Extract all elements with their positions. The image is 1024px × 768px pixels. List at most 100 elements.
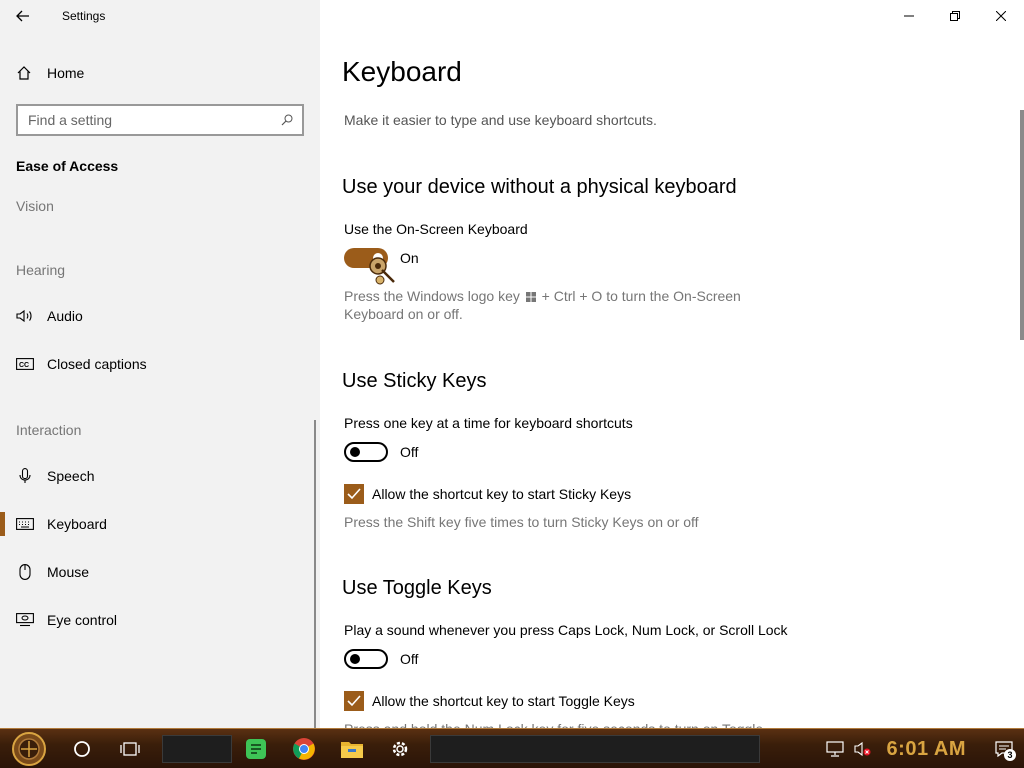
onscreen-desc-part1: Press the Windows logo key <box>344 288 520 304</box>
keyboard-icon <box>16 518 34 530</box>
onscreen-desc-line2: Keyboard on or off. <box>344 306 463 322</box>
network-icon <box>825 741 844 757</box>
sticky-keys-shortcut-label: Allow the shortcut key to start Sticky K… <box>372 486 632 502</box>
minimize-icon <box>904 15 914 17</box>
sidebar-item-mouse[interactable]: Mouse <box>0 552 318 592</box>
sidebar-item-label: Mouse <box>47 564 90 580</box>
app-title: Settings <box>62 9 106 23</box>
toggle-keys-description: Press and hold the Num Lock key for five… <box>344 720 763 728</box>
clock[interactable]: 6:01 AM <box>887 738 966 761</box>
system-tray: 6:01 AM 3 <box>821 729 1024 768</box>
sticky-keys-state: Off <box>400 444 419 460</box>
sidebar-item-speech[interactable]: Speech <box>0 456 318 496</box>
sticky-keys-shortcut-row[interactable]: Allow the shortcut key to start Sticky K… <box>344 484 631 504</box>
sidebar-item-keyboard[interactable]: Keyboard <box>0 504 318 544</box>
toggle-keys-label: Play a sound whenever you press Caps Loc… <box>344 622 788 638</box>
sticky-keys-toggle-row: Off <box>344 442 418 462</box>
onscreen-keyboard-state: On <box>400 250 419 266</box>
start-button[interactable] <box>0 729 58 768</box>
sidebar-item-label: Closed captions <box>47 356 147 372</box>
restore-icon <box>950 11 960 21</box>
action-center-button[interactable]: 3 <box>984 729 1024 768</box>
page-description: Make it easier to type and use keyboard … <box>344 112 657 128</box>
titlebar: Settings <box>0 0 320 32</box>
checkmark-icon <box>347 695 361 707</box>
mouse-cursor-icon <box>369 257 395 285</box>
toggle-keys-shortcut-label: Allow the shortcut key to start Toggle K… <box>372 693 635 709</box>
speaker-icon <box>16 309 34 323</box>
volume-muted-icon <box>853 741 871 757</box>
settings-app-button[interactable] <box>376 729 424 768</box>
notes-app-icon <box>246 738 266 759</box>
sticky-keys-label: Press one key at a time for keyboard sho… <box>344 415 633 431</box>
file-explorer-icon <box>341 741 363 758</box>
windows-logo-icon <box>525 292 536 302</box>
sidebar-item-label: Keyboard <box>47 516 107 532</box>
sidebar-item-audio[interactable]: Audio <box>0 296 318 336</box>
closed-captions-icon: CC <box>16 358 34 370</box>
sticky-keys-description: Press the Shift key five times to turn S… <box>344 514 699 530</box>
home-icon <box>16 65 32 81</box>
microphone-icon <box>16 468 34 484</box>
chrome-button[interactable] <box>280 729 328 768</box>
back-arrow-icon <box>16 10 29 22</box>
section-title-onscreen: Use your device without a physical keybo… <box>342 176 737 198</box>
group-vision: Vision <box>16 198 54 214</box>
network-button[interactable] <box>821 729 849 768</box>
volume-button[interactable] <box>849 729 877 768</box>
onscreen-desc-part2: + Ctrl + O to turn the On-Screen <box>541 288 741 304</box>
task-view-icon <box>120 741 140 756</box>
section-title-sticky-keys: Use Sticky Keys <box>342 370 487 392</box>
onscreen-keyboard-description: Press the Windows logo key + Ctrl + O to… <box>344 287 741 323</box>
settings-icon <box>392 741 408 756</box>
section-title-toggle-keys: Use Toggle Keys <box>342 577 492 599</box>
close-button[interactable] <box>978 0 1024 32</box>
taskbar-spacer <box>430 734 760 763</box>
restore-button[interactable] <box>932 0 978 32</box>
sidebar-item-eye-control[interactable]: Eye control <box>0 600 318 640</box>
toggle-keys-state: Off <box>400 651 419 667</box>
search-input[interactable] <box>28 112 280 128</box>
main-content: Keyboard Make it easier to type and use … <box>320 0 1024 728</box>
chrome-icon <box>293 737 315 760</box>
search-icon[interactable] <box>280 113 294 127</box>
sidebar-item-label: Eye control <box>47 612 118 628</box>
toggle-keys-toggle[interactable] <box>344 649 388 669</box>
sticky-keys-toggle[interactable] <box>344 442 388 462</box>
category-title: Ease of Access <box>16 158 119 174</box>
checkmark-icon <box>347 488 361 500</box>
group-interaction: Interaction <box>16 422 82 438</box>
file-explorer-button[interactable] <box>328 729 376 768</box>
mouse-icon <box>16 564 34 580</box>
svg-text:CC: CC <box>19 362 29 369</box>
sidebar-item-closed-captions[interactable]: CC Closed captions <box>0 344 318 384</box>
close-icon <box>996 11 1006 21</box>
notification-count-badge: 3 <box>1004 749 1016 761</box>
taskbar: 6:01 AM 3 <box>0 728 1024 768</box>
sidebar-scrollbar[interactable] <box>314 420 316 728</box>
sticky-keys-shortcut-checkbox[interactable] <box>344 484 364 504</box>
main-scrollbar[interactable] <box>1020 110 1024 340</box>
sidebar-item-label: Speech <box>47 468 95 484</box>
minimize-button[interactable] <box>886 0 932 32</box>
start-icon <box>12 731 46 766</box>
group-hearing: Hearing <box>16 262 66 278</box>
taskbar-spacer <box>162 734 232 763</box>
page-title: Keyboard <box>342 56 462 87</box>
nav-home[interactable]: Home <box>0 58 320 88</box>
cortana-button[interactable] <box>58 729 106 768</box>
cortana-icon <box>74 740 90 757</box>
back-button[interactable] <box>0 0 46 32</box>
toggle-keys-toggle-row: Off <box>344 649 418 669</box>
search-box[interactable] <box>16 104 304 136</box>
toggle-keys-shortcut-row[interactable]: Allow the shortcut key to start Toggle K… <box>344 691 635 711</box>
notes-app-button[interactable] <box>232 729 280 768</box>
nav-home-label: Home <box>47 65 85 81</box>
toggle-keys-shortcut-checkbox[interactable] <box>344 691 364 711</box>
onscreen-keyboard-label: Use the On-Screen Keyboard <box>344 221 528 237</box>
sidebar-item-label: Audio <box>47 308 83 324</box>
eye-control-icon <box>16 613 34 627</box>
window-controls <box>886 0 1024 32</box>
task-view-button[interactable] <box>106 729 154 768</box>
sidebar: Settings Home Ease of Access Vision Hear… <box>0 0 320 728</box>
